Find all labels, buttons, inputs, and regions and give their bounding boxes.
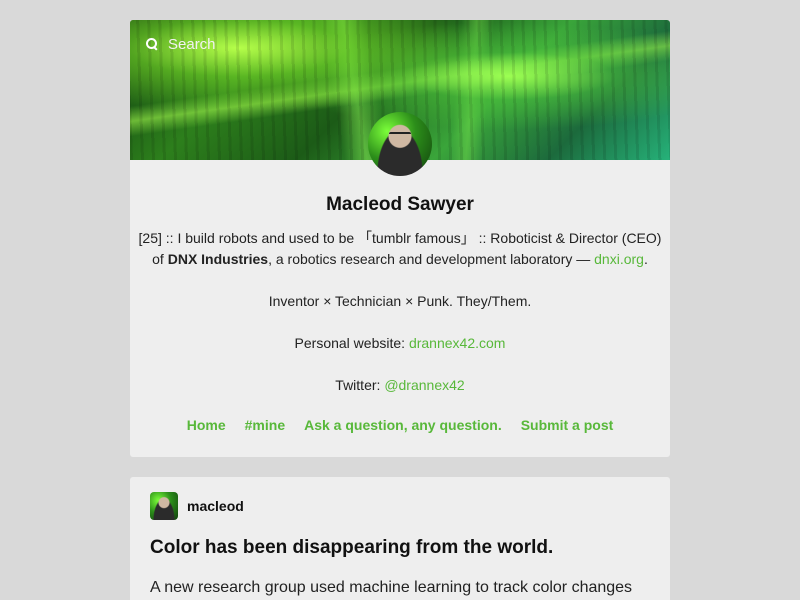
personal-website-line: Personal website: drannex42.com: [130, 333, 670, 354]
post-author-avatar[interactable]: [150, 492, 178, 520]
twitter-line: Twitter: @drannex42: [130, 375, 670, 396]
search-input[interactable]: [168, 35, 388, 53]
twitter-label: Twitter:: [335, 377, 385, 393]
nav-submit-link[interactable]: Submit a post: [521, 417, 614, 433]
bio-description: [25] :: I build robots and used to be 「t…: [130, 228, 670, 270]
bio-tagline: Inventor × Technician × Punk. They/Them.: [268, 293, 532, 309]
bio-line-1b: :: Roboticist & Director (CEO): [474, 230, 662, 246]
profile-name: Macleod Sawyer: [326, 194, 474, 215]
nav-mine-tag-link[interactable]: #mine: [245, 417, 285, 433]
post-card: macleod Color has been disappearing from…: [130, 477, 670, 600]
bio-company-name: DNX Industries: [167, 251, 269, 267]
personal-website-link[interactable]: drannex42.com: [409, 335, 506, 351]
bio-quote: 「tumblr famous」: [358, 230, 475, 246]
nav-home-link[interactable]: Home: [187, 417, 226, 433]
post-author-name[interactable]: macleod: [187, 498, 244, 514]
bio-line-2a: of: [152, 251, 168, 267]
company-website-link[interactable]: dnxi.org: [594, 251, 644, 267]
personal-website-label: Personal website:: [294, 335, 409, 351]
blog-header-card: Macleod Sawyer [25] :: I build robots an…: [130, 20, 670, 457]
twitter-link[interactable]: @drannex42: [384, 377, 464, 393]
search-bar[interactable]: [146, 34, 388, 54]
post-title: Color has been disappearing from the wor…: [150, 537, 554, 558]
profile-avatar[interactable]: [368, 112, 432, 176]
blog-nav: Home #mine Ask a question, any question.…: [130, 417, 670, 433]
bio-line-2-end: .: [643, 251, 648, 267]
bio-line-1a: [25] :: I build robots and used to be: [138, 230, 359, 246]
bio-line-2b: , a robotics research and development la…: [268, 251, 595, 267]
nav-ask-link[interactable]: Ask a question, any question.: [304, 417, 502, 433]
search-icon[interactable]: [146, 38, 158, 50]
post-header: macleod: [150, 492, 244, 520]
post-body: A new research group used machine learni…: [150, 579, 633, 596]
